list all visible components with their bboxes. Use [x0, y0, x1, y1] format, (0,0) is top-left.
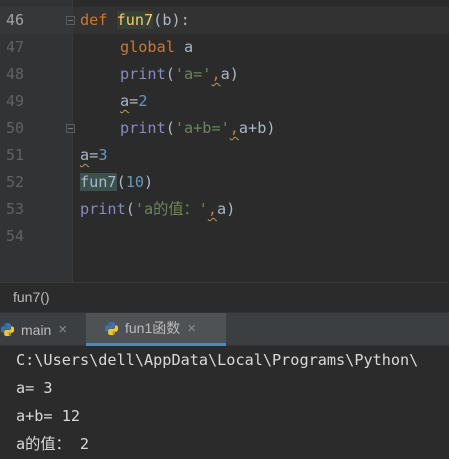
variable: a — [80, 146, 90, 164]
line-number: 49 — [6, 92, 25, 110]
paren-close: ) — [266, 119, 276, 137]
code-line-46[interactable]: def fun7(b): — [80, 7, 190, 34]
paren-open: ( — [125, 200, 135, 218]
run-tab-bar: main × fun1函数 × — [0, 312, 449, 346]
paren-open: ( — [116, 173, 126, 191]
number-literal: 3 — [98, 146, 108, 164]
function-call[interactable]: fun7 — [80, 173, 117, 191]
fold-end-icon[interactable] — [66, 124, 75, 133]
variable: a — [120, 92, 130, 110]
function-name[interactable]: fun7 — [116, 11, 154, 29]
code-editor[interactable]: 46 47 48 49 50 51 52 53 54 def fun7(b): … — [0, 0, 449, 282]
number-literal: 10 — [125, 173, 145, 191]
console-output-line: a+b= 12 — [16, 407, 81, 425]
line-number: 51 — [6, 146, 25, 164]
code-line-52[interactable]: fun7(10) — [80, 169, 153, 196]
tab-label: fun1函数 — [125, 320, 181, 336]
line-number: 50 — [6, 119, 25, 137]
close-icon[interactable]: × — [187, 320, 196, 337]
line-number: 48 — [6, 65, 25, 83]
string-literal: 'a=' — [174, 65, 212, 83]
console-output-line: a的值： 2 — [16, 435, 89, 453]
line-number: 54 — [6, 227, 25, 245]
paren-open: ( — [165, 65, 175, 83]
code-line-48[interactable]: print('a=',a) — [120, 61, 239, 88]
breadcrumb[interactable]: fun7() — [0, 282, 449, 312]
code-line-50[interactable]: print('a+b=',a+b) — [120, 115, 276, 142]
expression: a+b — [238, 119, 267, 137]
paren-close: ) — [144, 173, 154, 191]
keyword-global: global — [120, 38, 175, 56]
console-command-line: C:\Users\dell\AppData\Local\Programs\Pyt… — [16, 351, 419, 369]
builtin-print: print — [120, 65, 166, 83]
builtin-print: print — [80, 200, 126, 218]
number-literal: 2 — [138, 92, 148, 110]
comma-warning: , — [207, 200, 218, 218]
tab-main[interactable]: main × — [0, 313, 85, 346]
operator-assign: = — [129, 92, 139, 110]
paren-close-colon: ): — [171, 11, 190, 29]
variable: a — [184, 38, 194, 56]
run-console[interactable]: C:\Users\dell\AppData\Local\Programs\Pyt… — [0, 346, 449, 459]
variable: a — [220, 65, 230, 83]
console-output-line: a= 3 — [16, 379, 53, 397]
operator-assign: = — [89, 146, 99, 164]
gutter-divider — [72, 0, 73, 282]
code-line-49[interactable]: a=2 — [120, 88, 147, 115]
code-line-47[interactable]: global a — [120, 34, 193, 61]
string-literal: 'a+b=' — [174, 119, 230, 137]
comma-warning: , — [229, 119, 239, 137]
builtin-print: print — [120, 119, 166, 137]
breadcrumb-item[interactable]: fun7() — [13, 289, 50, 305]
paren-open: ( — [165, 119, 175, 137]
code-line-53[interactable]: print('a的值：',a) — [80, 196, 235, 223]
keyword-def: def — [80, 11, 108, 29]
tab-fun1[interactable]: fun1函数 × — [86, 313, 226, 346]
paren-close: ) — [226, 200, 236, 218]
ide-window: 46 47 48 49 50 51 52 53 54 def fun7(b): … — [0, 0, 449, 459]
code-line-51[interactable]: a=3 — [80, 142, 107, 169]
python-icon — [104, 321, 119, 335]
close-icon[interactable]: × — [58, 321, 67, 338]
line-number: 47 — [6, 38, 25, 56]
line-number: 46 — [6, 11, 25, 29]
line-number: 53 — [6, 200, 25, 218]
tab-label: main — [21, 321, 52, 338]
comma-warning: , — [211, 65, 221, 83]
python-icon — [0, 322, 15, 337]
line-number: 52 — [6, 173, 25, 191]
paren-open: ( — [153, 11, 163, 29]
fold-collapse-icon[interactable] — [66, 16, 75, 25]
paren-close: ) — [229, 65, 239, 83]
variable: a — [217, 200, 227, 218]
string-literal: 'a的值：' — [134, 200, 208, 218]
